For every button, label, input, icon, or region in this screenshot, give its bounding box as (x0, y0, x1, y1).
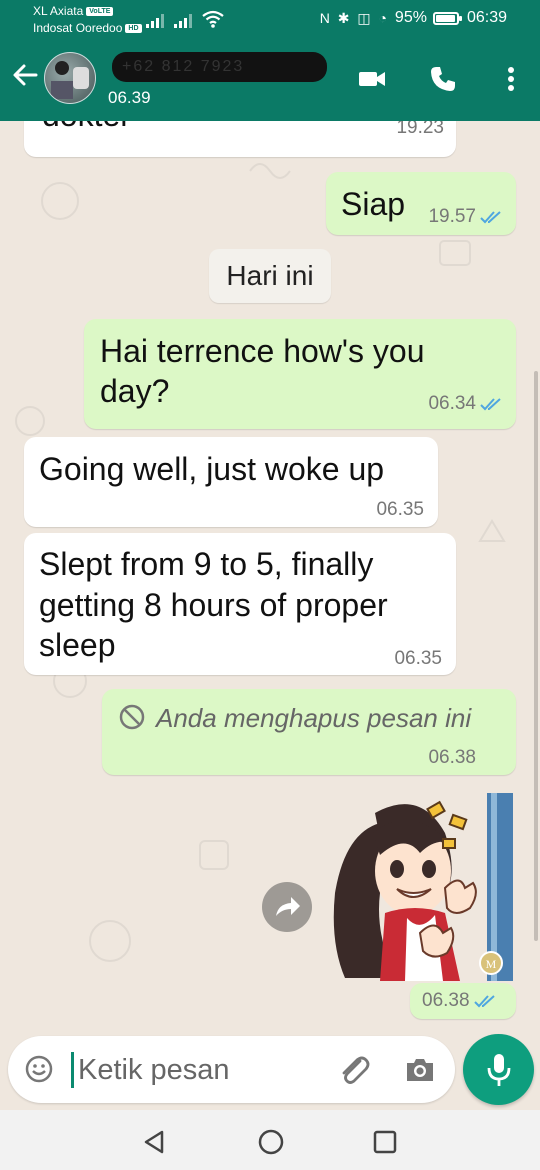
message-meta: 19.57 (428, 206, 502, 228)
message-text: dokter (42, 121, 131, 135)
message-time: 06.35 (376, 499, 424, 520)
volte-badge: VoLTE (86, 7, 114, 16)
nav-home-icon[interactable] (256, 1127, 286, 1157)
message-text-line: Slept from 9 to 5, finally (39, 546, 374, 582)
read-receipt-icon (480, 211, 501, 224)
clock: 06:39 (466, 9, 507, 26)
message-bubble-incoming[interactable]: Going well, just woke up 06.35 (24, 437, 438, 527)
message-text-line: getting 8 hours of proper (39, 587, 388, 623)
system-nav-bar (0, 1110, 540, 1170)
forward-button[interactable] (262, 882, 312, 932)
last-seen: 06.39 (108, 88, 151, 107)
forward-icon (276, 897, 300, 916)
read-receipt-icon (480, 398, 501, 411)
mic-icon (487, 1054, 511, 1086)
status-right: N ✱ ◫ ◔ 95% 06:39 (320, 9, 507, 27)
top-bar: XL Axiata VoLTE Indosat Ooredoo HD N ✱ ◫ ◔… (0, 0, 540, 121)
message-composer (8, 1036, 455, 1103)
message-bubble-outgoing[interactable]: Hai terrence how's you day? 06.34 (84, 319, 516, 429)
message-time: 06.38 (428, 747, 476, 768)
message-text: Siap (341, 186, 406, 222)
message-bubble-incoming[interactable]: dokter 19.23 (24, 121, 456, 157)
carrier-1-label: XL Axiata (33, 4, 84, 18)
deleted-icon (119, 704, 145, 730)
sticker-time-chip: 06.38 (410, 983, 516, 1019)
nav-recents-icon[interactable] (370, 1127, 400, 1157)
message-time: 06.35 (394, 648, 442, 669)
message-text-line: sleep (39, 627, 116, 663)
message-input[interactable] (78, 1046, 318, 1094)
battery-fill (435, 14, 455, 22)
nav-back-icon[interactable] (140, 1127, 170, 1157)
signal-icon (146, 12, 164, 28)
message-time: 19.57 (428, 206, 476, 227)
message-bubble-deleted[interactable]: Anda menghapus pesan ini 06.38 (102, 689, 516, 775)
signal-icon (174, 12, 192, 28)
chat-area[interactable]: dokter 19.23 Siap 19.57 Hari ini Hai ter… (0, 121, 540, 1034)
status-bar: XL Axiata VoLTE Indosat Ooredoo HD N ✱ ◫ ◔… (0, 0, 540, 40)
back-arrow-icon[interactable] (10, 60, 40, 90)
battery-percent: 95% (394, 9, 427, 26)
camera-icon[interactable] (404, 1054, 436, 1086)
mic-button[interactable] (463, 1034, 534, 1105)
emoji-icon[interactable] (24, 1054, 54, 1084)
attach-icon[interactable] (336, 1052, 372, 1088)
contact-name-redacted[interactable]: +62 812 7923 (112, 52, 327, 82)
svg-text:M: M (486, 957, 497, 971)
message-meta: 06.34 (428, 393, 502, 415)
carrier-2-label: Indosat Ooredoo (33, 21, 123, 35)
message-text: Going well, just woke up (39, 451, 385, 487)
more-menu-icon[interactable] (496, 64, 526, 94)
battery-icon (432, 11, 462, 25)
read-receipt-icon (473, 995, 495, 1008)
scrollbar[interactable] (534, 371, 538, 941)
wifi-icon (202, 10, 224, 28)
carrier-1: XL Axiata VoLTE (33, 4, 114, 18)
carrier-2: Indosat Ooredoo HD (33, 21, 142, 35)
phone-call-icon[interactable] (428, 64, 458, 94)
message-bubble-outgoing[interactable]: Siap 19.57 (326, 172, 516, 235)
date-chip: Hari ini (209, 249, 331, 303)
message-meta: 06.38 (422, 990, 496, 1012)
message-time: 06.38 (422, 990, 470, 1011)
text-cursor (71, 1052, 74, 1088)
avatar[interactable] (44, 52, 96, 104)
message-time: 06.34 (428, 393, 476, 414)
video-call-icon[interactable] (357, 64, 387, 94)
status-icons: N ✱ ◫ ◔ (319, 9, 389, 26)
message-text-line: day? (100, 373, 170, 409)
message-text-line: Hai terrence how's you (100, 333, 425, 369)
deleted-message-text: Anda menghapus pesan ini (156, 703, 472, 733)
sticker-image[interactable]: M (325, 793, 515, 981)
hd-badge: HD (125, 24, 142, 33)
message-bubble-incoming[interactable]: Slept from 9 to 5, finally getting 8 hou… (24, 533, 456, 675)
chat-header: +62 812 7923 06.39 (0, 40, 540, 121)
signal-indicators (146, 10, 224, 28)
message-time: 19.23 (396, 121, 444, 138)
